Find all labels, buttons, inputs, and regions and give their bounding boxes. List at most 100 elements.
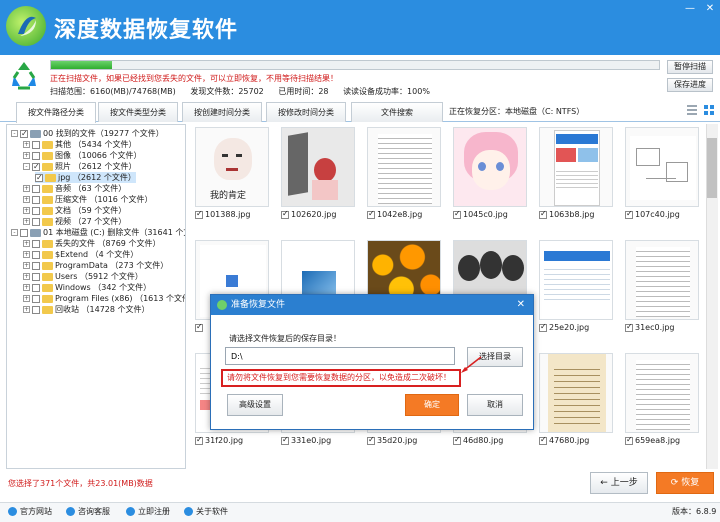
tab-by-created[interactable]: 按创建时间分类 bbox=[182, 102, 262, 122]
expand-icon[interactable]: + bbox=[23, 262, 30, 269]
tab-by-path[interactable]: 按文件路径分类 bbox=[16, 102, 96, 123]
expand-icon[interactable]: + bbox=[23, 284, 30, 291]
tab-file-search[interactable]: 文件搜索 bbox=[351, 102, 443, 122]
tree-checkbox[interactable] bbox=[35, 172, 43, 183]
file-caption[interactable]: 46d80.jpg bbox=[453, 435, 503, 445]
tree-checkbox[interactable] bbox=[32, 184, 40, 193]
tree-node[interactable]: jpg （2612 个文件） bbox=[35, 172, 136, 183]
file-checkbox[interactable] bbox=[539, 435, 547, 445]
file-checkbox[interactable] bbox=[281, 435, 289, 445]
file-tile[interactable]: 107c40.jpg bbox=[622, 124, 700, 232]
file-checkbox[interactable] bbox=[367, 435, 375, 445]
file-checkbox[interactable] bbox=[195, 209, 203, 219]
confirm-button[interactable]: 确定 bbox=[405, 394, 459, 416]
tree-node[interactable]: + 丢失的文件 （8769 个文件） bbox=[23, 238, 160, 249]
expand-icon[interactable]: + bbox=[23, 185, 30, 192]
support-link[interactable]: 咨询客服 bbox=[66, 506, 110, 517]
tree-node[interactable]: + $Extend （4 个文件） bbox=[23, 249, 138, 260]
expand-icon[interactable]: + bbox=[23, 240, 30, 247]
tree-node[interactable]: + 其他 （5434 个文件） bbox=[23, 139, 136, 150]
expand-icon[interactable]: + bbox=[23, 207, 30, 214]
tree-node[interactable]: + 回收站 （14728 个文件） bbox=[23, 304, 150, 315]
tree-checkbox[interactable] bbox=[32, 239, 40, 248]
tree-node[interactable]: + 音频 （63 个文件） bbox=[23, 183, 126, 194]
file-thumbnail[interactable] bbox=[281, 127, 355, 207]
file-checkbox[interactable] bbox=[453, 435, 461, 445]
file-caption[interactable]: 1063b8.jpg bbox=[539, 209, 594, 219]
file-caption[interactable]: 31f20.jpg bbox=[195, 435, 243, 445]
tree-node[interactable]: + 文档 （59 个文件） bbox=[23, 205, 126, 216]
file-caption[interactable]: 31ec0.jpg bbox=[625, 322, 675, 332]
expand-icon[interactable]: + bbox=[23, 306, 30, 313]
close-icon[interactable]: ✕ bbox=[703, 3, 717, 15]
file-caption[interactable]: 101388.jpg bbox=[195, 209, 250, 219]
file-thumbnail[interactable] bbox=[625, 127, 699, 207]
file-checkbox[interactable] bbox=[625, 322, 633, 332]
tree-checkbox[interactable] bbox=[32, 217, 40, 226]
tree-node[interactable]: + 视频 （27 个文件） bbox=[23, 216, 126, 227]
file-thumbnail[interactable] bbox=[453, 127, 527, 207]
file-tile[interactable]: 我的肯定 101388.jpg bbox=[192, 124, 270, 232]
tree-node[interactable]: - 00 找到的文件（19277 个文件） bbox=[11, 128, 164, 139]
file-checkbox[interactable] bbox=[195, 435, 203, 445]
expand-icon[interactable]: + bbox=[23, 218, 30, 225]
tree-node[interactable]: + 图像 （10066 个文件） bbox=[23, 150, 142, 161]
tree-node[interactable]: - 照片 （2612 个文件） bbox=[23, 161, 136, 172]
file-thumbnail[interactable] bbox=[367, 127, 441, 207]
file-checkbox[interactable] bbox=[625, 209, 633, 219]
recover-button[interactable]: ⟳ 恢复 bbox=[656, 472, 714, 494]
tree-checkbox[interactable] bbox=[32, 272, 40, 281]
tree-node[interactable]: + Program Files (x86) （1613 个文件） bbox=[23, 293, 185, 304]
save-path-input[interactable] bbox=[225, 347, 455, 365]
file-thumbnail[interactable] bbox=[539, 240, 613, 320]
tree-checkbox[interactable] bbox=[32, 206, 40, 215]
file-checkbox[interactable] bbox=[367, 209, 375, 219]
prev-step-button[interactable]: ← 上一步 bbox=[590, 472, 648, 494]
file-tile[interactable]: 102620.jpg bbox=[278, 124, 356, 232]
expand-icon[interactable]: + bbox=[23, 196, 30, 203]
file-caption[interactable]: 35d20.jpg bbox=[367, 435, 417, 445]
pause-scan-button[interactable]: 暂停扫描 bbox=[667, 60, 713, 74]
tree-checkbox[interactable] bbox=[20, 228, 28, 237]
save-progress-button[interactable]: 保存进度 bbox=[667, 78, 713, 92]
tree-node[interactable]: + 压缩文件 （1016 个文件） bbox=[23, 194, 152, 205]
file-caption[interactable]: 1045c0.jpg bbox=[453, 209, 508, 219]
tree-node[interactable]: + Windows （342 个文件） bbox=[23, 282, 151, 293]
tree-checkbox[interactable] bbox=[20, 128, 28, 139]
file-caption[interactable] bbox=[195, 322, 205, 332]
file-checkbox[interactable] bbox=[195, 322, 203, 332]
file-tile[interactable]: 1042e8.jpg bbox=[364, 124, 442, 232]
tree-checkbox[interactable] bbox=[32, 283, 40, 292]
file-caption[interactable]: 331e0.jpg bbox=[281, 435, 331, 445]
tree-checkbox[interactable] bbox=[32, 161, 40, 172]
collapse-icon[interactable]: - bbox=[23, 163, 30, 170]
advanced-settings-button[interactable]: 高级设置 bbox=[227, 394, 283, 416]
file-thumbnail[interactable] bbox=[625, 353, 699, 433]
file-caption[interactable]: 1042e8.jpg bbox=[367, 209, 422, 219]
cancel-button[interactable]: 取消 bbox=[467, 394, 523, 416]
file-checkbox[interactable] bbox=[281, 209, 289, 219]
file-caption[interactable]: 25e20.jpg bbox=[539, 322, 589, 332]
expand-icon[interactable]: + bbox=[23, 251, 30, 258]
tree-checkbox[interactable] bbox=[32, 140, 40, 149]
expand-icon[interactable]: + bbox=[23, 152, 30, 159]
collapse-icon[interactable]: - bbox=[11, 229, 18, 236]
file-thumbnail[interactable] bbox=[625, 240, 699, 320]
dialog-close-icon[interactable]: ✕ bbox=[517, 295, 525, 315]
tree-checkbox[interactable] bbox=[32, 305, 40, 314]
tree-checkbox[interactable] bbox=[32, 261, 40, 270]
scrollbar-thumb[interactable] bbox=[707, 138, 717, 198]
file-thumbnail[interactable] bbox=[539, 127, 613, 207]
official-site-link[interactable]: 官方网站 bbox=[8, 506, 52, 517]
file-tile[interactable]: 1063b8.jpg bbox=[536, 124, 614, 232]
file-tile[interactable]: 25e20.jpg bbox=[536, 237, 614, 345]
grid-view-icon[interactable] bbox=[703, 104, 715, 116]
collapse-icon[interactable]: - bbox=[11, 130, 18, 137]
expand-icon[interactable]: + bbox=[23, 273, 30, 280]
file-caption[interactable]: 47680.jpg bbox=[539, 435, 589, 445]
file-tile[interactable]: 659ea8.jpg bbox=[622, 350, 700, 458]
tree-node[interactable]: - 01 本地磁盘 (C:) 删除文件（31641 个文 bbox=[11, 227, 185, 238]
file-thumbnail[interactable] bbox=[539, 353, 613, 433]
file-caption[interactable]: 102620.jpg bbox=[281, 209, 336, 219]
tree-checkbox[interactable] bbox=[32, 151, 40, 160]
